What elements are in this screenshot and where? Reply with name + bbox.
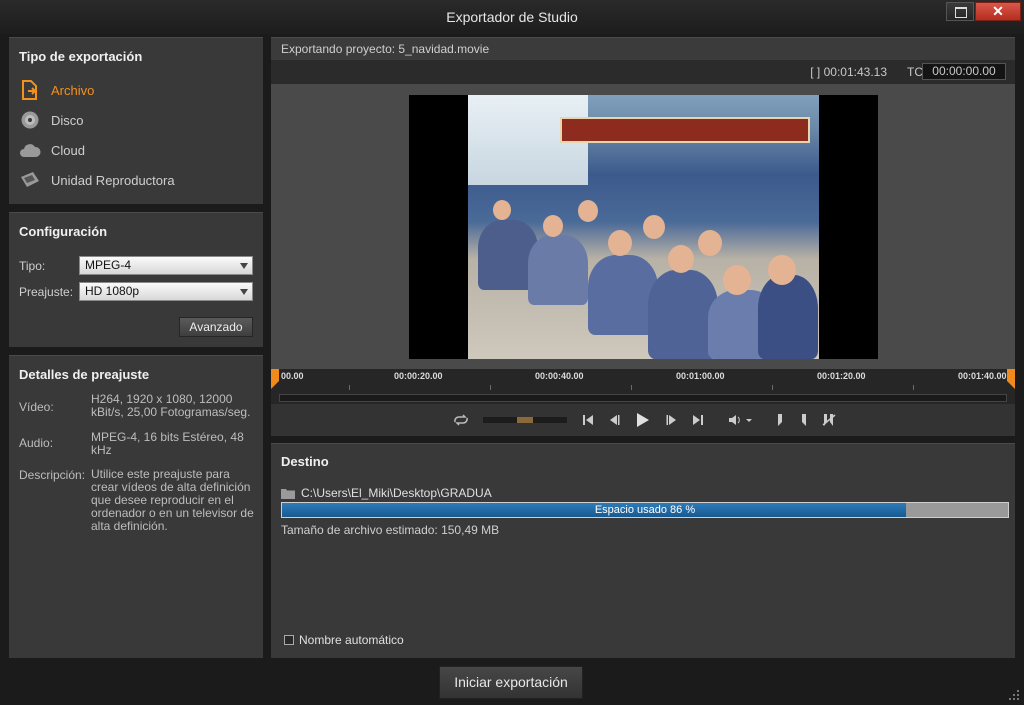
timeline-start-handle[interactable] [271, 369, 279, 389]
description-label: Descripción: [19, 468, 86, 482]
timeline-tick: 00.00 [281, 371, 304, 381]
timeline-tick: 00:01:20.00 [817, 371, 866, 381]
start-export-button[interactable]: Iniciar exportación [439, 666, 583, 699]
transport-controls [271, 404, 1015, 436]
close-button[interactable]: ✕ [975, 2, 1021, 21]
resize-grip-icon[interactable] [1008, 689, 1020, 701]
type-select[interactable]: MPEG-4 [79, 256, 253, 275]
device-icon [19, 170, 41, 190]
video-label: Vídeo: [19, 400, 54, 414]
video-frame-image [468, 95, 819, 359]
timecode-field[interactable]: 00:00:00.00 [922, 63, 1006, 80]
auto-name-checkbox[interactable] [284, 635, 294, 645]
preset-details-panel: Detalles de preajuste Vídeo: H264, 1920 … [9, 355, 263, 658]
shuttle-slider[interactable] [483, 411, 567, 429]
skip-forward-icon[interactable] [691, 411, 705, 429]
type-label: Tipo: [19, 259, 46, 273]
destination-heading: Destino [281, 454, 329, 469]
auto-name-option[interactable]: Nombre automático [284, 633, 404, 647]
audio-label: Audio: [19, 436, 54, 450]
chevron-down-icon [240, 289, 248, 295]
skip-back-icon[interactable] [581, 411, 595, 429]
folder-icon [281, 488, 295, 499]
video-viewport [271, 84, 1015, 369]
preset-label: Preajuste: [19, 285, 74, 299]
description-value: Utilice este preajuste para crear vídeos… [91, 467, 254, 533]
window-title: Exportador de Studio [446, 9, 578, 25]
export-type-device[interactable]: Unidad Reproductora [19, 169, 249, 191]
step-back-icon[interactable] [607, 411, 621, 429]
destination-panel: Destino C:\Users\El_Miki\Desktop\GRADUA … [271, 443, 1015, 658]
timeline[interactable]: 00.00 00:00:20.00 00:00:40.00 00:01:00.0… [271, 369, 1015, 404]
video-value: H264, 1920 x 1080, 12000 kBit/s, 25,00 F… [91, 392, 251, 419]
preset-select[interactable]: HD 1080p [79, 282, 253, 301]
cloud-icon [19, 140, 41, 160]
export-type-file-label: Archivo [51, 82, 95, 98]
estimated-size: Tamaño de archivo estimado: 150,49 MB [281, 523, 500, 537]
play-icon[interactable] [635, 411, 651, 429]
export-type-disc[interactable]: Disco [19, 109, 249, 131]
preview-panel: Exportando proyecto: 5_navidad.movie [ ]… [271, 37, 1015, 436]
config-heading: Configuración [19, 224, 108, 239]
tc-label: TC [907, 65, 923, 79]
timecode-bar: [ ] 00:01:43.13 TC 00:00:00.00 [271, 60, 1015, 84]
title-bar: Exportador de Studio ✕ [0, 0, 1024, 34]
timeline-end-handle[interactable] [1007, 369, 1015, 389]
project-label: Exportando proyecto: 5_navidad.movie [271, 38, 1015, 60]
disc-icon [19, 110, 41, 130]
export-type-disc-label: Disco [51, 112, 84, 128]
clear-marks-icon[interactable] [821, 411, 837, 429]
destination-path: C:\Users\El_Miki\Desktop\GRADUA [301, 486, 492, 500]
auto-name-label: Nombre automático [299, 633, 404, 647]
preset-details-heading: Detalles de preajuste [19, 367, 150, 382]
destination-path-row[interactable]: C:\Users\El_Miki\Desktop\GRADUA [281, 486, 492, 500]
type-select-value: MPEG-4 [85, 258, 132, 272]
config-panel: Configuración Tipo: MPEG-4 Preajuste: HD… [9, 212, 263, 347]
file-export-icon [19, 80, 41, 100]
disk-usage-label: Espacio usado 86 % [594, 504, 696, 516]
export-type-device-label: Unidad Reproductora [51, 172, 175, 188]
timeline-track[interactable] [279, 394, 1007, 402]
mark-out-icon[interactable] [799, 411, 809, 429]
export-type-file[interactable]: Archivo [19, 79, 249, 101]
audio-value: MPEG-4, 16 bits Estéreo, 48 kHz [91, 430, 244, 457]
video-preview [409, 95, 878, 359]
chevron-down-icon [240, 263, 248, 269]
export-type-heading: Tipo de exportación [19, 49, 143, 64]
mark-in-icon[interactable] [775, 411, 785, 429]
advanced-button[interactable]: Avanzado [179, 317, 253, 337]
duration-readout: [ ] 00:01:43.13 [810, 65, 887, 79]
loop-icon[interactable] [451, 411, 471, 429]
preset-select-value: HD 1080p [85, 284, 140, 298]
maximize-button[interactable] [946, 2, 974, 21]
export-type-panel: Tipo de exportación Archivo Disco Cloud … [9, 37, 263, 204]
timeline-tick: 00:01:00.00 [676, 371, 725, 381]
step-forward-icon[interactable] [665, 411, 679, 429]
disk-usage-bar: Espacio usado 86 % [281, 502, 1009, 518]
timeline-tick: 00:00:40.00 [535, 371, 584, 381]
timeline-tick: 00:00:20.00 [394, 371, 443, 381]
export-type-cloud-label: Cloud [51, 142, 85, 158]
volume-icon[interactable] [727, 411, 755, 429]
export-type-cloud[interactable]: Cloud [19, 139, 249, 161]
timeline-tick: 00:01:40.00 [958, 371, 1007, 381]
